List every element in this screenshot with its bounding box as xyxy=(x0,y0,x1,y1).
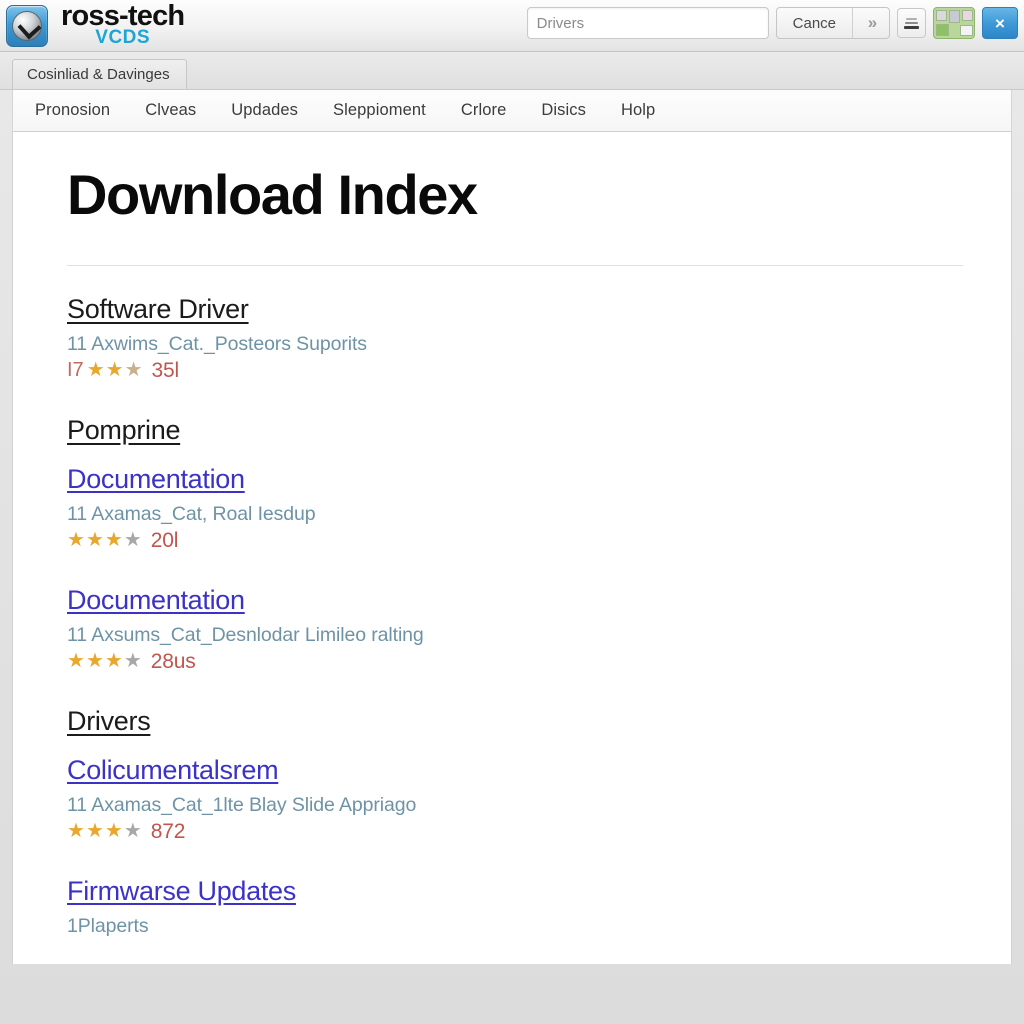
disc-arrow-icon xyxy=(6,4,48,47)
star-filled-icon: ★ xyxy=(85,529,104,552)
menu-item-clveas[interactable]: Clveas xyxy=(145,101,196,120)
rating-count: 28us xyxy=(150,649,196,673)
menu-item-crlore[interactable]: Crlore xyxy=(461,101,507,120)
star-filled-icon: ★ xyxy=(85,820,104,843)
result-subtitle: 11 Axsums_Cat_Desnlodar Limileo ralting xyxy=(67,623,424,646)
rating-count: 872 xyxy=(150,819,186,843)
result-subtitle: 11 Axamas_Cat_1lte Blay Slide Appriago xyxy=(67,793,417,816)
titlebar-controls: Cance » × xyxy=(526,7,1018,39)
menu-item-pronosion[interactable]: Pronosion xyxy=(35,101,110,120)
result-item: Firmwarse Updates 1Plaperts xyxy=(67,876,963,938)
cancel-split-button[interactable]: Cance » xyxy=(775,7,890,39)
menu-item-updades[interactable]: Updades xyxy=(231,101,298,120)
result-subtitle: 11 Axwims_Cat._Posteors Suporits xyxy=(67,332,367,355)
menu-item-holp[interactable]: Holp xyxy=(621,101,655,120)
rating-row: ★ ★ ★ ★ 872 xyxy=(67,821,963,842)
tab-active[interactable]: Cosinliad & Davinges xyxy=(12,59,187,89)
result-item: Colicumentalsrem 11 Axamas_Cat_1lte Blay … xyxy=(67,755,963,842)
menu-item-disics[interactable]: Disics xyxy=(541,101,586,120)
result-heading: Pomprine xyxy=(67,414,181,445)
results-list: Software Driver 11 Axwims_Cat._Posteors S… xyxy=(67,294,963,938)
result-item: Pomprine xyxy=(67,415,963,446)
result-item: Software Driver 11 Axwims_Cat._Posteors S… xyxy=(67,294,963,381)
result-link[interactable]: Documentation xyxy=(67,464,245,495)
star-rating: ★ ★ ★ ★ xyxy=(67,530,142,550)
star-filled-icon: ★ xyxy=(104,529,123,552)
star-filled-icon: ★ xyxy=(104,650,123,673)
star-filled-icon: ★ xyxy=(67,529,85,552)
list-view-icon[interactable] xyxy=(897,8,926,38)
title-bar: ross-tech VCDS Cance » xyxy=(0,0,1024,52)
chevron-glyph: » xyxy=(867,13,878,32)
page-title: Download Index xyxy=(67,163,478,226)
close-icon[interactable]: × xyxy=(982,7,1018,39)
star-filled-icon: ★ xyxy=(105,359,124,382)
apps-tile-4 xyxy=(936,24,949,36)
result-link[interactable]: Colicumentalsrem xyxy=(67,755,279,786)
result-link[interactable]: Documentation xyxy=(67,585,245,616)
result-item: Documentation 11 Axamas_Cat, Roal Iesdup ★… xyxy=(67,464,963,551)
apps-grid-icon[interactable] xyxy=(933,7,975,39)
disc-shape xyxy=(12,10,42,41)
star-empty-icon: ★ xyxy=(123,820,142,843)
double-chevron-right-icon[interactable]: » xyxy=(853,8,889,38)
application-window: ross-tech VCDS Cance » xyxy=(0,0,1024,1024)
page-inner: Download Index Software Driver 11 Axwims_… xyxy=(13,132,1011,938)
rating-count: 20l xyxy=(150,528,179,552)
title-divider xyxy=(67,264,963,266)
brand-text: ross-tech VCDS xyxy=(61,2,185,49)
brand-logo-group: ross-tech VCDS xyxy=(0,2,185,49)
result-link[interactable]: Firmwarse Updates xyxy=(67,876,296,907)
star-filled-icon: ★ xyxy=(67,820,85,843)
apps-tile-3 xyxy=(962,10,973,21)
rating-row: ★ ★ ★ ★ 28us xyxy=(67,651,963,672)
result-subtitle: 1Plaperts xyxy=(67,914,149,937)
rating-count: 35l xyxy=(151,358,180,382)
tab-strip: Cosinliad & Davinges xyxy=(0,52,1024,90)
list-line-2 xyxy=(905,21,918,24)
result-subtitle: 11 Axamas_Cat, Roal Iesdup xyxy=(67,502,316,525)
star-empty-icon: ★ xyxy=(123,529,142,552)
menu-item-sleppioment[interactable]: Sleppioment xyxy=(333,101,426,120)
star-filled-icon: ★ xyxy=(67,650,85,673)
menu-bar: Pronosion Clveas Updades Sleppioment Crl… xyxy=(12,90,1012,132)
rating-prefix: I7 xyxy=(67,359,84,382)
star-rating: ★ ★ ★ xyxy=(87,360,143,380)
star-filled-icon: ★ xyxy=(85,650,104,673)
cancel-button[interactable]: Cance xyxy=(777,8,853,38)
rating-row: I7 ★ ★ ★ 35l xyxy=(67,360,963,381)
star-filled-icon: ★ xyxy=(104,820,123,843)
result-item: Documentation 11 Axsums_Cat_Desnlodar Lim… xyxy=(67,585,963,672)
star-empty-icon: ★ xyxy=(123,650,142,673)
list-line-1 xyxy=(906,17,917,20)
star-rating: ★ ★ ★ ★ xyxy=(67,821,142,841)
star-filled-icon: ★ xyxy=(86,359,105,382)
apps-tile-5 xyxy=(960,25,973,36)
result-heading: Drivers xyxy=(67,705,151,736)
brand-subname: VCDS xyxy=(95,27,151,48)
result-item: Drivers xyxy=(67,706,963,737)
star-partial-icon: ★ xyxy=(124,359,143,382)
content-area: Download Index Software Driver 11 Axwims_… xyxy=(12,132,1012,964)
search-input[interactable] xyxy=(526,7,769,39)
rating-row: ★ ★ ★ ★ 20l xyxy=(67,530,963,551)
apps-tile-2 xyxy=(949,10,960,23)
apps-tile-1 xyxy=(936,10,947,21)
list-line-3 xyxy=(904,25,919,29)
star-rating: ★ ★ ★ ★ xyxy=(67,651,142,671)
result-heading: Software Driver xyxy=(67,293,249,324)
